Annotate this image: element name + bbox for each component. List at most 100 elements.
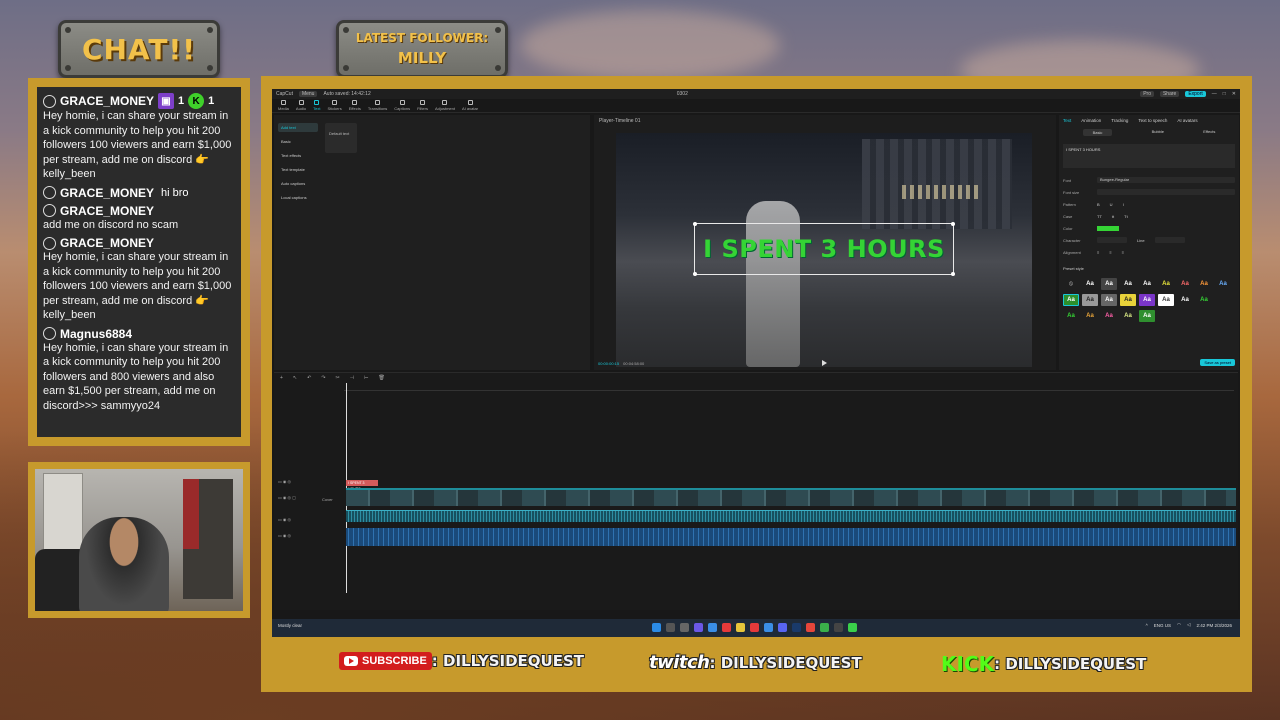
preset-style[interactable]: Aa <box>1158 294 1174 306</box>
app-icon[interactable] <box>750 623 759 632</box>
caption-selection-box[interactable]: I SPENT 3 HOURS <box>693 222 955 276</box>
subtab-effects[interactable]: Effects <box>1203 129 1215 136</box>
underline-button[interactable]: U <box>1110 202 1113 207</box>
preset-style[interactable]: Aa <box>1139 294 1155 306</box>
preset-style[interactable]: Aa <box>1063 310 1079 322</box>
audio-clip-track[interactable] <box>346 510 1236 522</box>
weather-widget[interactable]: Mostly clear <box>278 623 302 628</box>
delete-icon[interactable]: 🗑 <box>378 375 384 381</box>
tool-transitions[interactable]: Transitions <box>368 100 387 111</box>
preset-style[interactable]: Aa <box>1215 278 1231 290</box>
video-track-controls[interactable]: ▭ ◉ ◎ ▢ <box>278 495 318 500</box>
chevron-up-icon[interactable]: ^ <box>1146 623 1148 628</box>
case-lower-button[interactable]: tt <box>1112 214 1114 219</box>
preset-none-icon[interactable]: ⦸ <box>1063 278 1079 290</box>
line-spacing-field[interactable] <box>1154 237 1185 243</box>
redo-icon[interactable]: ↷ <box>321 375 325 381</box>
select-icon[interactable]: ↖ <box>293 375 297 381</box>
font-size-slider[interactable] <box>1097 189 1235 195</box>
split-right-icon[interactable]: ⊢ <box>364 375 368 381</box>
preset-style[interactable]: Aa <box>1082 278 1098 290</box>
default-text-card[interactable]: Default text <box>325 123 357 153</box>
preset-style[interactable]: Aa <box>1101 278 1117 290</box>
preset-style[interactable] <box>1215 294 1231 306</box>
video-preview[interactable]: I SPENT 3 HOURS <box>616 133 1032 367</box>
text-content-field[interactable]: I SPENT 3 HOURS <box>1063 144 1235 168</box>
category-basic[interactable]: Basic <box>278 137 318 146</box>
clock[interactable]: 2:42 PM 2/3/2026 <box>1196 623 1232 628</box>
tab-text[interactable]: Text <box>1063 118 1071 123</box>
save-preset-button[interactable]: Save as preset <box>1200 359 1235 366</box>
discord-icon[interactable] <box>778 623 787 632</box>
tool-text[interactable]: Text <box>313 100 320 111</box>
add-icon[interactable]: + <box>280 375 283 381</box>
video-clip-track[interactable] <box>346 488 1236 506</box>
app-icon[interactable] <box>848 623 857 632</box>
character-spacing-field[interactable] <box>1097 237 1127 243</box>
tool-effects[interactable]: Effects <box>349 100 361 111</box>
preset-style[interactable]: Aa <box>1139 278 1155 290</box>
category-auto-captions[interactable]: Auto captions <box>278 179 318 188</box>
audio-track-2-controls[interactable]: ▭ ◉ ◎ <box>278 533 318 538</box>
preset-style[interactable]: Aa <box>1120 278 1136 290</box>
volume-icon[interactable]: ◁ <box>1187 622 1190 628</box>
language-indicator[interactable]: ENG US <box>1154 623 1171 628</box>
share-button[interactable]: Share <box>1159 91 1180 97</box>
tool-audio[interactable]: Audio <box>296 100 306 111</box>
tool-stickers[interactable]: Stickers <box>327 100 342 111</box>
subtab-basic[interactable]: Basic <box>1082 129 1113 136</box>
preset-style[interactable]: Aa <box>1101 294 1117 306</box>
app-icon[interactable] <box>820 623 829 632</box>
bold-button[interactable]: B <box>1097 202 1100 207</box>
wifi-icon[interactable]: ◠ <box>1177 622 1181 628</box>
subtab-bubble[interactable]: Bubble <box>1152 129 1164 136</box>
preset-style[interactable]: Aa <box>1196 278 1212 290</box>
preset-style[interactable]: Aa <box>1082 310 1098 322</box>
audio-track-controls[interactable]: ▭ ◉ ◎ <box>278 517 318 522</box>
maximize-icon[interactable]: □ <box>1223 91 1226 97</box>
text-clip[interactable]: I SPENT 3 HOURS <box>346 480 378 491</box>
preset-style-selected[interactable]: Aa <box>1063 294 1079 306</box>
capcut-icon[interactable] <box>834 623 843 632</box>
category-text-template[interactable]: Text template <box>278 165 318 174</box>
tool-media[interactable]: Media <box>278 100 289 111</box>
browser-icon[interactable] <box>708 623 717 632</box>
export-button[interactable]: Export <box>1185 91 1206 97</box>
tool-adjustment[interactable]: Adjustment <box>435 100 455 111</box>
steam-icon[interactable] <box>792 623 801 632</box>
case-title-button[interactable]: Tt <box>1124 214 1128 219</box>
folder-icon[interactable] <box>736 623 745 632</box>
app-icon[interactable] <box>806 623 815 632</box>
start-icon[interactable] <box>652 623 661 632</box>
preset-style[interactable]: Aa <box>1101 310 1117 322</box>
app-icon[interactable] <box>764 623 773 632</box>
undo-icon[interactable]: ↶ <box>307 375 311 381</box>
color-swatch[interactable] <box>1097 225 1119 231</box>
timeline-ruler[interactable] <box>344 385 1234 391</box>
preset-style[interactable]: Aa <box>1177 278 1193 290</box>
play-icon[interactable] <box>822 360 827 366</box>
minimize-icon[interactable]: — <box>1212 91 1217 97</box>
preset-style[interactable]: Aa <box>1158 278 1174 290</box>
align-center-icon[interactable]: ≡ <box>1109 250 1111 255</box>
audio-clip-track-2[interactable] <box>346 528 1236 546</box>
preset-style[interactable]: Aa <box>1196 294 1212 306</box>
preset-style[interactable]: Aa <box>1139 310 1155 322</box>
app-icon[interactable] <box>694 623 703 632</box>
task-view-icon[interactable] <box>680 623 689 632</box>
category-add-text[interactable]: Add text <box>278 123 318 132</box>
italic-button[interactable]: I <box>1123 202 1124 207</box>
menu-button[interactable]: Menu <box>298 91 318 97</box>
preset-style[interactable]: Aa <box>1082 294 1098 306</box>
tab-ai-avatars[interactable]: AI avatars <box>1177 118 1197 123</box>
tool-ai-avatar[interactable]: AI avatar <box>462 100 478 111</box>
app-icon[interactable] <box>722 623 731 632</box>
split-left-icon[interactable]: ⊣ <box>350 375 354 381</box>
text-track-controls[interactable]: ▭ ◉ ◎ <box>278 479 318 484</box>
preset-style[interactable]: Aa <box>1177 294 1193 306</box>
tab-tracking[interactable]: Tracking <box>1111 118 1128 123</box>
search-icon[interactable] <box>666 623 675 632</box>
case-upper-button[interactable]: TT <box>1097 214 1102 219</box>
align-left-icon[interactable]: ≡ <box>1097 250 1099 255</box>
align-right-icon[interactable]: ≡ <box>1122 250 1124 255</box>
